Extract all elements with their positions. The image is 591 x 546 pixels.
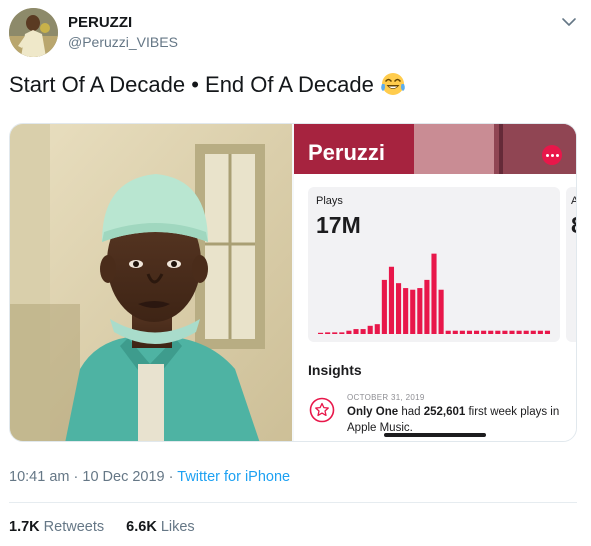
- more-dots-icon[interactable]: [542, 145, 562, 165]
- plays-bar: [530, 330, 536, 334]
- plays-bar: [459, 330, 465, 334]
- tweet-time[interactable]: 10:41 am: [9, 469, 69, 485]
- plays-bar: [474, 330, 480, 334]
- side-card: A 8: [566, 187, 576, 342]
- plays-bar: [339, 332, 345, 334]
- photo-left[interactable]: [10, 124, 292, 441]
- star-badge-icon: [309, 397, 335, 423]
- plays-bar: [318, 332, 324, 334]
- artist-header: Peruzzi: [294, 124, 576, 174]
- plays-bar: [325, 332, 331, 334]
- insight-date: OCTOBER 31, 2019: [347, 393, 425, 402]
- plays-bar: [360, 329, 366, 334]
- plays-card[interactable]: Plays 17M: [308, 187, 560, 342]
- plays-bar: [516, 330, 522, 334]
- plays-bar: [332, 332, 338, 334]
- plays-bar: [452, 330, 458, 334]
- plays-chart: [318, 253, 551, 334]
- plays-bar: [396, 283, 402, 334]
- apple-music-screenshot[interactable]: Peruzzi Plays 17M A 8 Insights OCTOBER 3…: [294, 124, 576, 441]
- divider: [9, 502, 577, 503]
- plays-bar: [544, 330, 551, 334]
- retweets-label: Retweets: [43, 519, 105, 535]
- retweets-count: 1.7K: [9, 519, 40, 535]
- tweet-stats: 1.7K Retweets 6.6K Likes: [9, 519, 213, 535]
- plays-bar: [438, 289, 444, 334]
- tweet-date[interactable]: 10 Dec 2019: [82, 469, 164, 485]
- plays-bar: [353, 329, 359, 334]
- plays-bar: [381, 279, 387, 334]
- selfie-photo: [10, 124, 292, 441]
- author-name[interactable]: PERUZZI: [68, 14, 132, 31]
- plays-bar: [488, 330, 494, 334]
- likes-stat[interactable]: 6.6K Likes: [126, 519, 195, 535]
- insights-title: Insights: [308, 362, 362, 378]
- plays-bar: [431, 253, 437, 334]
- meta-separator-2: ·: [168, 469, 174, 485]
- tweet-meta: 10:41 am · 10 Dec 2019 · Twitter for iPh…: [9, 469, 290, 485]
- face-with-tears-of-joy-icon: [381, 73, 405, 95]
- plays-bar: [445, 330, 451, 334]
- avatar[interactable]: [9, 8, 58, 57]
- tweet-source-link[interactable]: Twitter for iPhone: [177, 469, 290, 485]
- retweets-stat[interactable]: 1.7K Retweets: [9, 519, 104, 535]
- plays-bar: [388, 266, 395, 334]
- avatar-image: [9, 8, 58, 57]
- plays-bar: [424, 279, 430, 334]
- side-card-value: 8: [571, 212, 576, 239]
- plays-bar: [466, 330, 473, 334]
- plays-bar: [481, 330, 487, 334]
- meta-separator-1: ·: [73, 469, 79, 485]
- plays-bar: [537, 330, 543, 334]
- plays-bars: [318, 253, 551, 334]
- likes-count: 6.6K: [126, 519, 157, 535]
- plays-bar: [374, 324, 380, 334]
- plays-bar: [403, 288, 409, 334]
- plays-bar: [417, 288, 423, 334]
- author-handle[interactable]: @Peruzzi_VIBES: [68, 34, 178, 50]
- plays-bar: [509, 330, 515, 334]
- plays-bar: [367, 325, 373, 334]
- tweet-media[interactable]: Peruzzi Plays 17M A 8 Insights OCTOBER 3…: [9, 123, 577, 442]
- insight-number: 252,601: [423, 406, 466, 418]
- tweet-body: Start Of A Decade • End Of A Decade: [9, 72, 374, 97]
- insight-song: Only One: [347, 406, 399, 418]
- plays-bar: [523, 330, 529, 334]
- insight-text-1: had: [398, 406, 424, 418]
- plays-bar: [495, 330, 501, 334]
- artist-name: Peruzzi: [308, 140, 386, 165]
- tweet-text: Start Of A Decade • End Of A Decade: [9, 71, 406, 99]
- plays-bar: [346, 330, 352, 334]
- plays-bar: [410, 289, 416, 334]
- chevron-down-icon[interactable]: [561, 14, 577, 30]
- side-card-label: A: [571, 195, 576, 207]
- insight-text: Only One had 252,601 first week plays in…: [347, 404, 572, 436]
- home-indicator: [384, 433, 486, 437]
- likes-label: Likes: [160, 519, 195, 535]
- plays-bar: [502, 330, 508, 334]
